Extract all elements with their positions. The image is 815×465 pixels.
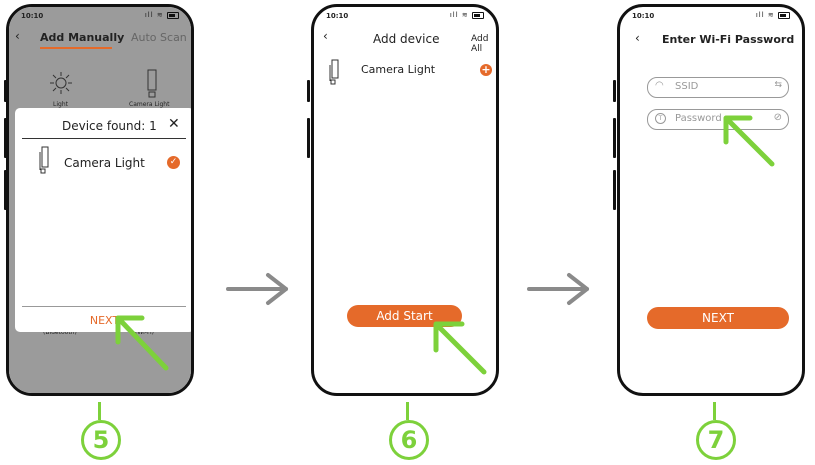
step-number-5: 5	[81, 420, 121, 460]
pointer-arrow-icon	[723, 115, 775, 167]
pointer-arrow-icon	[115, 315, 169, 371]
camera-light-icon	[38, 146, 52, 176]
device-found-dialog: Device found: 1 ✕ Camera Light ✓ NEXT	[15, 108, 191, 332]
step-connector	[98, 402, 101, 420]
divider	[22, 138, 186, 139]
check-icon[interactable]: ✓	[167, 156, 180, 169]
next-button[interactable]: NEXT	[647, 307, 789, 329]
step-number-7: 7	[696, 420, 736, 460]
password-placeholder: Password	[675, 113, 722, 124]
phone-side-button	[307, 80, 310, 102]
battery-icon	[778, 11, 790, 19]
status-time: 10:10	[632, 12, 655, 20]
status-time: 10:10	[21, 12, 44, 20]
switch-network-icon[interactable]: ⇆	[774, 80, 782, 90]
phone-side-button	[613, 118, 616, 158]
page-title: Enter Wi-Fi Password	[662, 33, 795, 46]
phone-side-button	[613, 170, 616, 210]
back-icon[interactable]: ‹	[635, 31, 640, 45]
category-label-camera-light: Camera Light	[129, 101, 170, 108]
step-number-6: 6	[389, 420, 429, 460]
camera-light-icon	[328, 59, 342, 89]
phone-side-button	[307, 118, 310, 158]
ssid-field[interactable]: ◠ SSID ⇆	[647, 77, 789, 98]
status-time: 10:10	[326, 12, 349, 20]
back-icon[interactable]: ‹	[323, 29, 328, 43]
status-bar: 10:10 ıll ≋	[21, 11, 179, 22]
add-icon[interactable]: +	[480, 64, 492, 76]
step-connector	[406, 402, 409, 420]
lock-icon: T	[655, 113, 666, 124]
close-icon[interactable]: ✕	[168, 116, 180, 132]
active-tab-underline	[40, 47, 112, 49]
device-name[interactable]: Camera Light	[64, 156, 145, 170]
tab-auto-scan[interactable]: Auto Scan	[131, 31, 187, 44]
battery-icon	[167, 11, 179, 19]
step-connector	[713, 402, 716, 420]
dialog-title: Device found: 1	[62, 119, 157, 133]
wifi-icon: ◠	[655, 80, 664, 91]
tab-add-manually[interactable]: Add Manually	[40, 31, 124, 44]
phone-side-button	[613, 80, 616, 102]
page-title: Add device	[373, 32, 440, 46]
status-bar: 10:10 ıll ≋	[326, 11, 484, 22]
phone-screen-7: 10:10 ıll ≋ ‹ Enter Wi-Fi Password ◠ SSI…	[617, 4, 805, 396]
back-icon[interactable]: ‹	[15, 29, 20, 43]
status-bar: 10:10 ıll ≋	[632, 11, 790, 22]
add-all-button[interactable]: Add All	[471, 34, 496, 54]
right-arrow-icon	[226, 273, 288, 305]
light-bulb-icon[interactable]	[49, 71, 73, 95]
right-arrow-icon	[527, 273, 589, 305]
status-icons: ıll ≋	[145, 11, 179, 19]
camera-light-icon[interactable]	[145, 69, 159, 99]
status-icons: ıll ≋	[450, 11, 484, 19]
pointer-arrow-icon	[433, 321, 487, 375]
ssid-placeholder: SSID	[675, 81, 699, 92]
category-label-light: Light	[53, 101, 68, 108]
device-name[interactable]: Camera Light	[361, 63, 435, 76]
status-icons: ıll ≋	[756, 11, 790, 19]
battery-icon	[472, 11, 484, 19]
